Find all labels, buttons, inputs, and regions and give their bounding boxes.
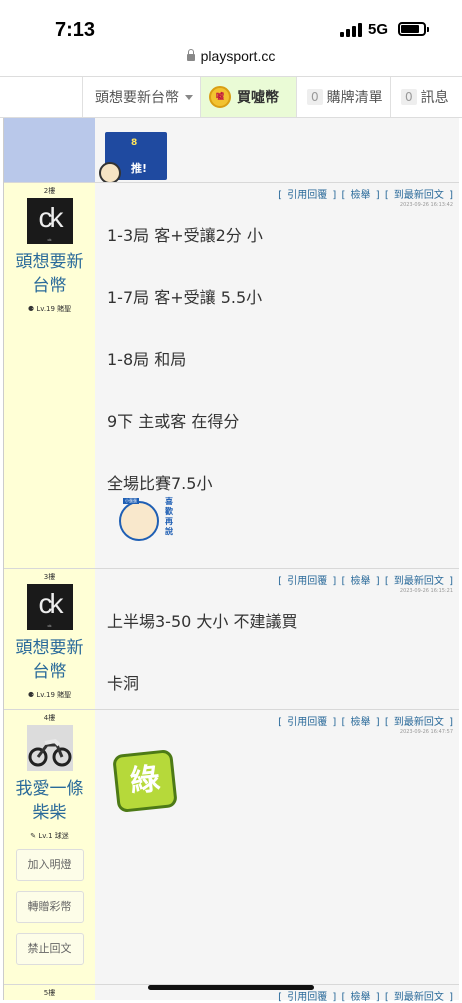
post-timestamp: 2023-09-26 16:15:21	[399, 588, 453, 594]
post-3-body: [ 引用回覆 ] [ 檢舉 ] [ 到最新回文 ] 2023-09-26 16:…	[95, 569, 459, 709]
mascot-icon	[99, 162, 121, 184]
motorcycle-avatar-icon	[26, 725, 73, 771]
nav-buy-coin[interactable]: 噓 買噓幣	[200, 77, 296, 117]
avatar-ck-sub: ck	[47, 623, 52, 628]
url-text: playsport.cc	[200, 48, 276, 64]
post-actions: [ 引用回覆 ] [ 檢舉 ] [ 到最新回文 ]	[95, 710, 459, 728]
floor-number: 5樓	[43, 989, 56, 997]
cart-count-badge: 0	[307, 89, 323, 105]
mascot-face-icon	[119, 501, 159, 541]
caret-down-icon	[185, 94, 193, 100]
thread-content: 8 推! 2樓 ck ck 頭想要新台幣 ⚈ Lv.19 賭聖 [ 引用回覆 ] …	[3, 118, 459, 1003]
floor-number: 3樓	[43, 573, 56, 581]
post-text-line: 1-3局 客+受讓2分 小	[107, 226, 263, 245]
msg-count-badge: 0	[401, 89, 417, 105]
post-2-body: [ 引用回覆 ] [ 檢舉 ] [ 到最新回文 ] 2023-09-26 16:…	[95, 183, 459, 568]
status-bar: 7:13 5G	[0, 0, 462, 50]
nav-cart-label: 購牌清單	[326, 90, 383, 106]
post-actions: [ 引用回覆 ] [ 檢舉 ] [ 到最新回文 ]	[95, 183, 459, 201]
post-4-body: [ 引用回覆 ] [ 檢舉 ] [ 到最新回文 ] 2023-09-26 16:…	[95, 710, 459, 984]
post-text-line: 全場比賽7.5小	[107, 474, 213, 493]
nav-buy-coin-label: 買噓幣	[237, 90, 279, 106]
author-name[interactable]: 頭想要新台幣	[4, 250, 95, 298]
author-level: ✎ Lv.1 球迷	[30, 832, 69, 840]
post-text-line: 1-7局 客+受讓 5.5小	[107, 288, 263, 307]
latest-reply-link[interactable]: [ 到最新回文 ]	[385, 992, 453, 1003]
nav-messages-label: 訊息	[420, 90, 449, 106]
avatar-ck-text: ck	[38, 588, 64, 619]
network-type: 5G	[368, 21, 389, 38]
push-label: 推!	[131, 162, 148, 175]
quote-reply-link[interactable]: [ 引用回覆 ]	[278, 576, 336, 587]
post-2-author: 2樓 ck ck 頭想要新台幣 ⚈ Lv.19 賭聖	[4, 183, 95, 568]
post-text-line: 9下 主或客 在得分	[107, 412, 240, 431]
sticker-like-again: 小蛋蛋 喜歡再說	[119, 497, 183, 545]
home-indicator	[148, 985, 314, 990]
post-3-author: 3樓 ck ck 頭想要新台幣 ⚈ Lv.19 賭聖	[4, 569, 95, 709]
battery-icon	[398, 22, 426, 36]
post-timestamp: 2023-09-26 16:13:42	[399, 202, 453, 208]
post-5-author: 5樓	[4, 985, 95, 1000]
post-3: 3樓 ck ck 頭想要新台幣 ⚈ Lv.19 賭聖 [ 引用回覆 ] [ 檢舉 …	[4, 568, 459, 709]
nav-user-name: 頭想要新台幣	[95, 90, 179, 106]
avatar-ck-sub: ck	[47, 237, 52, 242]
author-name[interactable]: 我愛一條柴柴	[4, 777, 95, 825]
coin-icon: 噓	[209, 86, 231, 108]
author-level: ⚈ Lv.19 賭聖	[27, 691, 72, 699]
nav-cart[interactable]: 0 購牌清單	[296, 77, 390, 117]
quote-reply-link[interactable]: [ 引用回覆 ]	[278, 992, 336, 1003]
signal-icon	[340, 23, 362, 37]
gift-coin-button[interactable]: 轉贈彩幣	[15, 891, 84, 923]
latest-reply-link[interactable]: [ 到最新回文 ]	[385, 190, 453, 201]
latest-reply-link[interactable]: [ 到最新回文 ]	[385, 576, 453, 587]
ban-reply-button[interactable]: 禁止回文	[15, 933, 84, 965]
avatar[interactable]	[26, 725, 73, 771]
nav-messages[interactable]: 0 訊息	[390, 77, 462, 117]
sticker-text: 喜歡再說	[165, 497, 173, 536]
author-name[interactable]: 頭想要新台幣	[4, 636, 95, 684]
latest-reply-link[interactable]: [ 到最新回文 ]	[385, 717, 453, 728]
post-actions: [ 引用回覆 ] [ 檢舉 ] [ 到最新回文 ]	[95, 569, 459, 587]
push-count: 8	[131, 138, 138, 148]
post-2: 2樓 ck ck 頭想要新台幣 ⚈ Lv.19 賭聖 [ 引用回覆 ] [ 檢舉 …	[4, 182, 459, 568]
floor-number: 4樓	[43, 714, 56, 722]
report-link[interactable]: [ 檢舉 ]	[341, 576, 379, 587]
report-link[interactable]: [ 檢舉 ]	[341, 717, 379, 728]
post-4-author: 4樓 我愛一條柴柴 ✎ Lv.1 球迷 加入明燈 轉贈彩幣 禁止回文	[4, 710, 95, 984]
lock-icon	[186, 49, 195, 61]
quote-reply-link[interactable]: [ 引用回覆 ]	[278, 190, 336, 201]
post-text-line: 1-8局 和局	[107, 350, 187, 369]
top-nav: 頭想要新台幣 噓 買噓幣 0 購牌清單 0 訊息	[0, 76, 462, 118]
post-timestamp: 2023-09-26 16:47:57	[399, 729, 453, 735]
avatar[interactable]: ck ck	[26, 198, 73, 244]
push-badge[interactable]: 8 推!	[99, 132, 167, 184]
nav-user-menu[interactable]: 頭想要新台幣	[82, 77, 200, 117]
address-bar[interactable]: playsport.cc	[0, 48, 462, 72]
avatar-ck-text: ck	[38, 202, 64, 233]
author-level: ⚈ Lv.19 賭聖	[27, 305, 72, 313]
floor-number: 2樓	[43, 187, 56, 195]
report-link[interactable]: [ 檢舉 ]	[341, 992, 379, 1003]
green-sticker: 綠	[112, 749, 178, 813]
clock: 7:13	[55, 19, 96, 41]
post-1-tail: 8 推!	[4, 118, 459, 184]
avatar[interactable]: ck ck	[26, 584, 73, 630]
report-link[interactable]: [ 檢舉 ]	[341, 190, 379, 201]
post-text-line: 卡洞	[107, 674, 140, 693]
quote-reply-link[interactable]: [ 引用回覆 ]	[278, 717, 336, 728]
add-spotlight-button[interactable]: 加入明燈	[15, 849, 84, 881]
post-text-line: 上半場3-50 大小 不建議買	[107, 612, 298, 631]
post-4: 4樓 我愛一條柴柴 ✎ Lv.1 球迷 加入明燈 轉贈彩幣 禁止回文 [ 引用回…	[4, 709, 459, 984]
